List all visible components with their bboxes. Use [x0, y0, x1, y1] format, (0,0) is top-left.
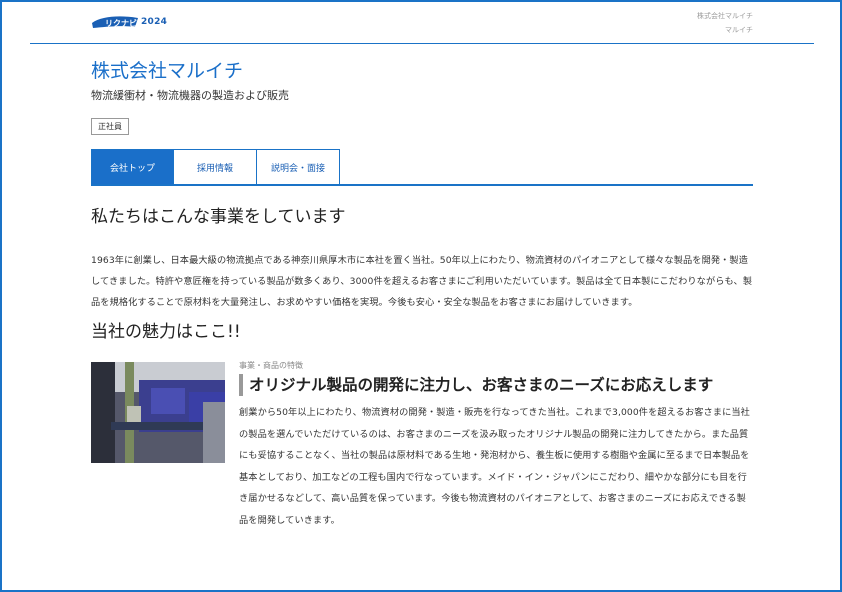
- business-description: 1963年に創業し、日本最大級の物流拠点である神奈川県厚木市に本社を置く当社。5…: [91, 255, 753, 308]
- feature-section: 事業・商品の特徴 オリジナル製品の開発に注力し、お客さまのニーズにお応えします …: [91, 360, 753, 560]
- company-description: 物流緩衝材・物流機器の製造および販売: [91, 89, 289, 102]
- rikunabi-logo[interactable]: リクナビ 2024: [91, 13, 191, 31]
- main-content: 株式会社マルイチ 物流緩衝材・物流機器の製造および販売 正社員 会社トップ 採用…: [91, 58, 753, 560]
- logo-year: 2024: [141, 17, 168, 27]
- company-name: 株式会社マルイチ: [91, 60, 244, 82]
- tab-briefing-interview[interactable]: 説明会・面接: [257, 149, 340, 184]
- appeal-heading: 当社の魅力はここ!!: [91, 322, 241, 342]
- feature-text: 創業から50年以上にわたり、物流資材の開発・製造・販売を行なってきた当社。これま…: [239, 407, 750, 526]
- tab-company-top[interactable]: 会社トップ: [91, 149, 174, 184]
- header-company-name: 株式会社マルイチ: [697, 12, 753, 20]
- feature-photo: [91, 362, 225, 463]
- feature-title: オリジナル製品の開発に注力し、お客さまのニーズにお応えします: [239, 374, 753, 396]
- header-company-info: 株式会社マルイチ マルイチ: [697, 9, 753, 37]
- header-company-short: マルイチ: [725, 26, 753, 34]
- rikunabi-logo-icon: リクナビ: [92, 16, 138, 28]
- feature-category: 事業・商品の特徴: [239, 361, 303, 370]
- svg-text:リクナビ: リクナビ: [105, 18, 137, 28]
- feature-body: 事業・商品の特徴 オリジナル製品の開発に注力し、お客さまのニーズにお応えします …: [239, 360, 753, 531]
- company-tabs: 会社トップ 採用情報 説明会・面接: [91, 149, 753, 186]
- employment-type-badge: 正社員: [91, 118, 129, 135]
- warehouse-strap-image: [91, 362, 225, 463]
- tab-recruitment-info[interactable]: 採用情報: [174, 149, 257, 184]
- business-heading: 私たちはこんな事業をしています: [91, 207, 346, 227]
- site-header: リクナビ 2024 株式会社マルイチ マルイチ: [30, 0, 814, 44]
